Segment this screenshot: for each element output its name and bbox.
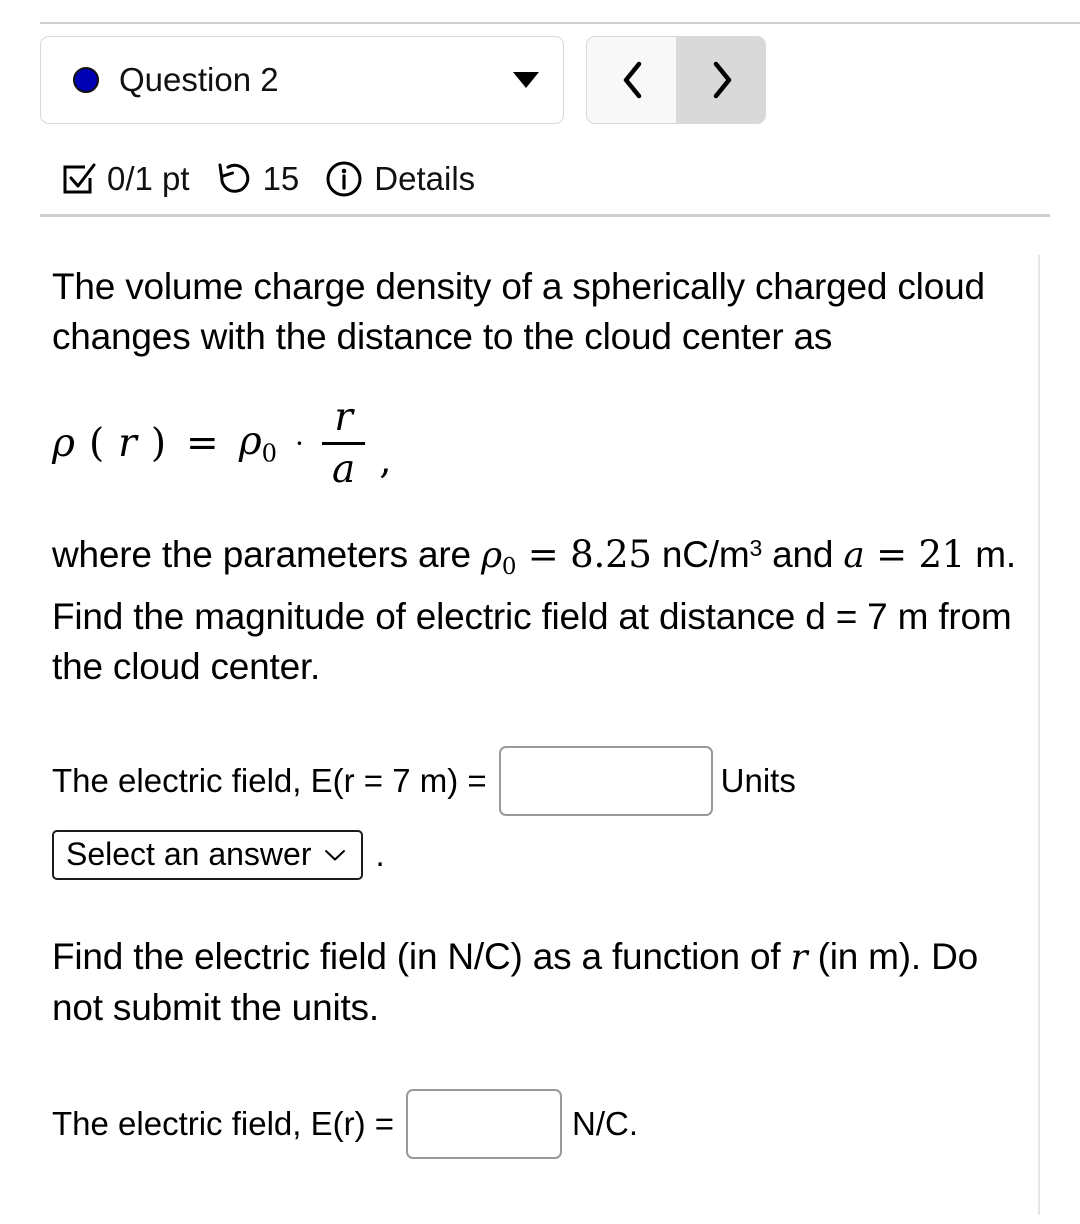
answer-row-units-select: Select an answer . [52,829,1027,880]
attempts-text: 15 [262,160,300,197]
params-rho-value: 8.25 [570,533,652,576]
params-tail: Find the magnitude of electric field at … [52,595,1012,687]
info-circle-icon[interactable] [325,160,363,198]
equation-equals-sign: = [186,421,219,466]
charge-density-equation: ρ ( r) = ρ0 · r a , [52,398,1027,489]
equation-dot-operator: · [295,427,304,460]
params-a-unit: m. [965,534,1016,575]
caret-down-icon [513,72,539,88]
params-rho-unit-exponent: 3 [749,535,763,561]
electric-field-function-input[interactable] [406,1088,563,1159]
params-a-equals: = [864,533,919,576]
question-intro-text: The volume charge density of a spherical… [52,266,985,357]
params-rho-unit: nC/m [651,534,750,575]
answer2-prompt-label: The electric field, E(r) = [52,1104,395,1142]
equation-rho0: ρ0 [238,419,278,468]
params-rho-symbol: ρ [480,535,502,576]
equation-lhs-close-paren: ) [150,421,167,466]
next-question-button[interactable] [676,37,765,123]
equation-trailing-comma: , [379,438,392,483]
params-a-symbol: a [843,535,865,576]
answer-row-electric-field-function: The electric field, E(r) = N/C. [52,1088,1027,1159]
chevron-right-icon [713,61,731,99]
equation-lhs-open-paren: ( [88,421,105,466]
answer1-trailing-period: . [375,835,385,873]
question-parameters-text: where the parameters are ρ0 = 8.25 nC/m3… [52,523,1027,692]
equation-fraction-denominator: a [331,447,356,492]
answer1-prompt-label: The electric field, E(r = 7 m) = [52,761,487,799]
electric-field-value-input[interactable] [498,745,713,816]
content-right-divider [1038,255,1040,1215]
equation-lhs-rho: ρ [52,421,75,466]
equation-fraction: r a [321,395,366,492]
chevron-left-icon [623,61,641,99]
question-nav-group [586,36,766,124]
details-link[interactable]: Details [374,160,475,198]
question-status-dot [73,67,99,93]
question-header: Question 2 [40,36,766,124]
equation-lhs-var: r [118,421,137,466]
params-rho-equals: = [516,533,571,576]
answer2-unit-label: N/C. [572,1104,639,1142]
score-text: 0/1 pt [107,160,190,197]
rotate-left-icon [216,161,252,197]
findfield-prefix: Find the electric field (in N/C) as a fu… [52,935,791,977]
units-label: Units [720,761,796,799]
question-meta-row: 0/1 pt 15 Details [60,152,475,206]
answer-row-electric-field-value: The electric field, E(r = 7 m) = Units [52,745,1027,816]
units-select-value: Select an answer [66,836,312,873]
question-body: The volume charge density of a spherical… [52,262,1027,1159]
header-bottom-divider [40,214,1050,217]
params-rho-subscript: 0 [501,553,517,580]
equation-fraction-numerator: r [334,395,353,440]
checkbox-checked-icon [60,161,96,197]
question-title: Question 2 [119,61,279,98]
find-field-instruction-text: Find the electric field (in N/C) as a fu… [52,932,1027,1033]
chevron-down-icon [325,849,346,861]
params-and: and [762,534,844,575]
params-prefix: where the parameters are [52,534,481,575]
prev-question-button[interactable] [587,37,676,123]
params-a-value: 21 [918,533,966,576]
question-selector-dropdown[interactable]: Question 2 [40,36,564,124]
findfield-variable-r: r [790,936,808,978]
units-select-dropdown[interactable]: Select an answer [52,829,364,880]
top-divider [40,22,1080,24]
